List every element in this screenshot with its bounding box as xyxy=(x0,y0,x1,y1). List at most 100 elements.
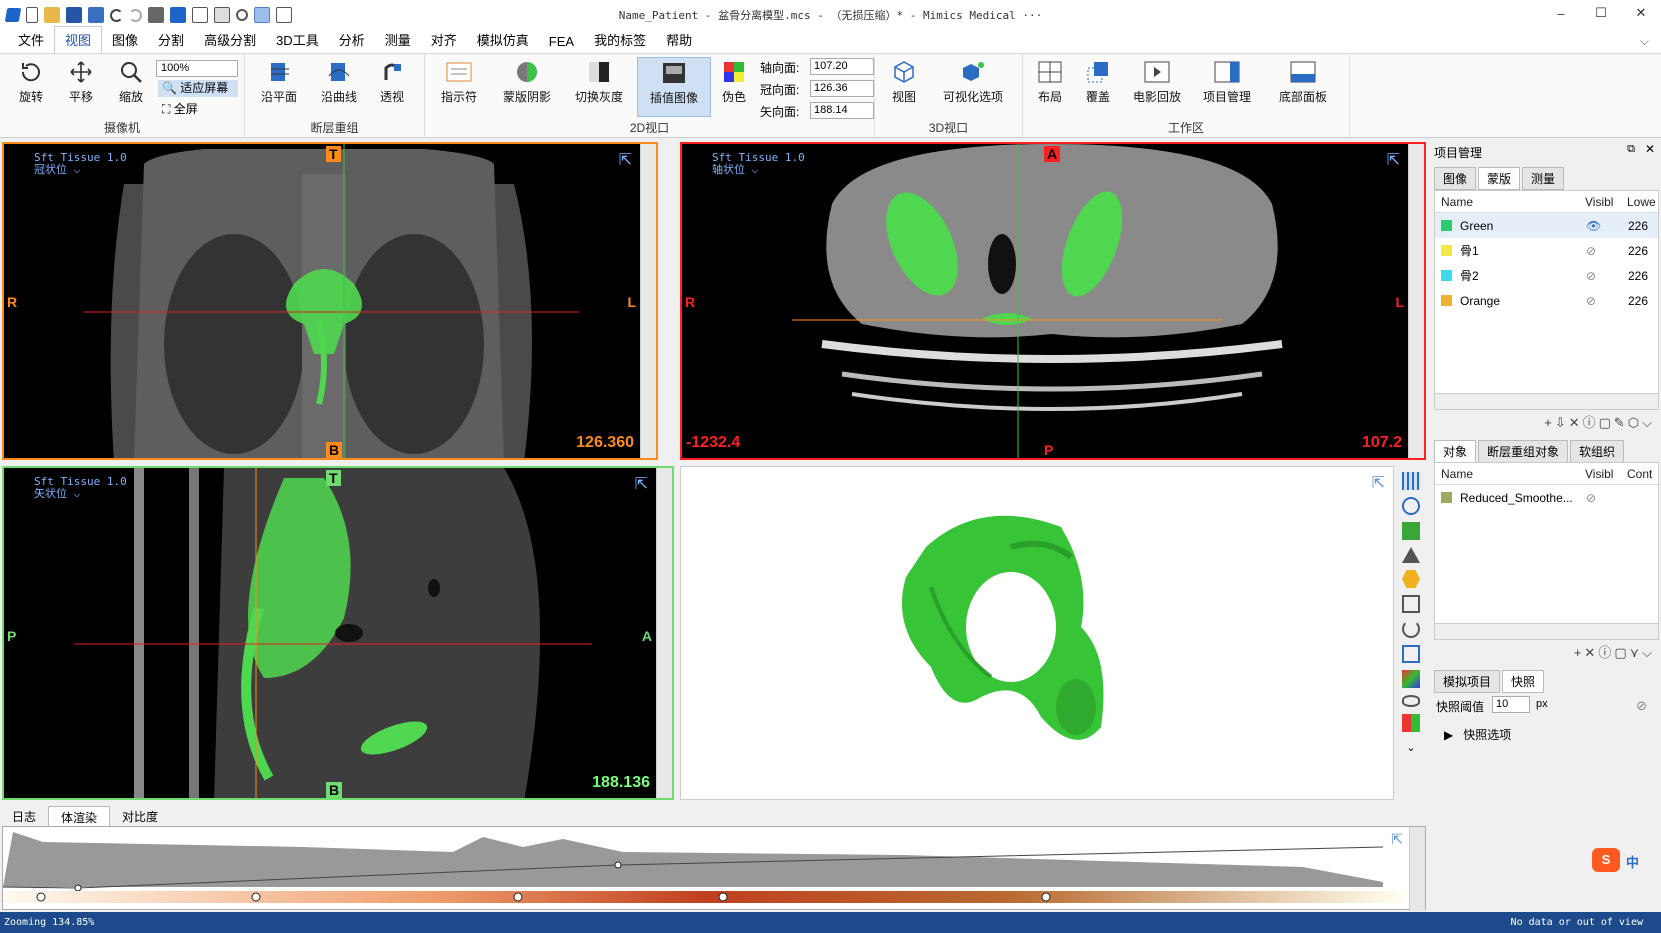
volume-render-histogram[interactable]: ⇱ xyxy=(2,826,1426,911)
coronal-view-name[interactable]: 冠状位 xyxy=(34,163,67,176)
rotate-button[interactable]: 旋转 xyxy=(18,59,44,105)
search-icon[interactable] xyxy=(236,9,248,21)
menu-measure[interactable]: 测量 xyxy=(375,27,421,53)
perspective-button[interactable]: 透视 xyxy=(379,59,405,105)
save-as-icon[interactable] xyxy=(88,7,104,23)
eye-hidden-icon[interactable]: ⊘ xyxy=(1586,294,1628,308)
menu-simulate[interactable]: 模拟仿真 xyxy=(467,27,539,53)
float-panel-icon[interactable]: ⧉ xyxy=(1627,143,1635,156)
triangle-icon[interactable] xyxy=(1402,547,1420,563)
menu-image[interactable]: 图像 xyxy=(102,27,148,53)
box-select-icon[interactable] xyxy=(1402,522,1420,540)
undo-icon[interactable] xyxy=(110,8,123,22)
copy-icon[interactable] xyxy=(192,7,208,23)
indicator-button[interactable]: 指示符 xyxy=(441,59,477,105)
sagittal-viewport[interactable]: Sft Tissue 1.0 矢状位 ⌵ T B P A 188.136 ⇱ xyxy=(2,466,674,800)
menu-analyze[interactable]: 分析 xyxy=(329,27,375,53)
ime-language[interactable]: 中 xyxy=(1626,852,1639,871)
col-name[interactable]: Name xyxy=(1435,195,1585,209)
maximize-button[interactable]: ☐ xyxy=(1581,0,1621,26)
snap-visibility-icon[interactable]: ⊘ xyxy=(1636,698,1647,714)
mask-color-swatch[interactable] xyxy=(1441,245,1452,256)
sagittal-view-name[interactable]: 矢状位 xyxy=(34,487,67,500)
visual-options-button[interactable]: 可视化选项 xyxy=(943,59,1003,105)
axis-icon[interactable] xyxy=(1402,714,1420,732)
menu-segment[interactable]: 分割 xyxy=(148,27,194,53)
grid-icon[interactable] xyxy=(1402,472,1420,490)
maximize-viewport-icon[interactable]: ⇱ xyxy=(1387,150,1400,170)
maximize-viewport-icon[interactable]: ⇱ xyxy=(635,474,648,494)
menu-my-tags[interactable]: 我的标签 xyxy=(584,27,656,53)
overlay-button[interactable]: 覆盖 xyxy=(1085,59,1111,105)
tab-reslice-objects[interactable]: 断层重组对象 xyxy=(1478,440,1569,463)
tab-objects[interactable]: 对象 xyxy=(1434,440,1477,463)
open-folder-icon[interactable] xyxy=(44,7,60,23)
minimize-button[interactable]: – xyxy=(1541,0,1581,26)
fit-screen-button[interactable]: 🔍 适应屏幕 xyxy=(158,80,238,97)
tab-snapshot[interactable]: 快照 xyxy=(1502,670,1545,693)
axial-view-name[interactable]: 轴状位 xyxy=(712,163,745,176)
axial-input[interactable]: 107.20 xyxy=(810,58,874,75)
col-contour[interactable]: Cont xyxy=(1627,467,1652,481)
zoom-level-select[interactable]: 100% xyxy=(156,60,238,77)
mask-toolbar[interactable]: +⇩✕ⓘ▢✎⬡⌵ xyxy=(1544,412,1655,431)
bottom-panel-button[interactable]: 底部面板 xyxy=(1279,59,1327,105)
tab-masks[interactable]: 蒙版 xyxy=(1478,167,1521,190)
tab-images[interactable]: 图像 xyxy=(1434,167,1477,190)
tab-contrast[interactable]: 对比度 xyxy=(110,806,170,826)
cube-view-icon[interactable] xyxy=(1402,645,1420,663)
coronal-input[interactable]: 126.36 xyxy=(810,80,874,97)
sagittal-scrollbar[interactable] xyxy=(656,468,672,798)
zoom-fit-icon[interactable] xyxy=(276,7,292,23)
eye-hidden-icon[interactable]: ⊘ xyxy=(1586,244,1628,258)
pan-button[interactable]: 平移 xyxy=(68,59,94,105)
col-visible[interactable]: Visibl xyxy=(1585,195,1627,209)
sphere-icon[interactable] xyxy=(1402,497,1420,515)
3d-viewport[interactable]: ⇱ xyxy=(680,466,1394,800)
object-toolbar[interactable]: +✕ⓘ▢⋎⌵ xyxy=(1574,642,1655,661)
snap-threshold-input[interactable]: 10 xyxy=(1492,696,1530,713)
sagittal-input[interactable]: 188.14 xyxy=(810,102,874,119)
tab-simulation[interactable]: 模拟项目 xyxy=(1434,670,1501,693)
mask-row[interactable]: Green 👁 226 xyxy=(1435,213,1658,238)
mask-shadow-button[interactable]: 蒙版阴影 xyxy=(503,59,551,105)
cine-button[interactable]: 电影回放 xyxy=(1133,59,1181,105)
hexagon-icon[interactable] xyxy=(1402,570,1420,588)
menu-file[interactable]: 文件 xyxy=(8,27,54,53)
eye-hidden-icon[interactable]: ⊘ xyxy=(1586,269,1628,283)
maximize-histogram-icon[interactable]: ⇱ xyxy=(1391,831,1403,848)
redo-icon[interactable] xyxy=(129,8,142,22)
mask-row[interactable]: 骨1 ⊘ 226 xyxy=(1435,238,1658,263)
mask-color-swatch[interactable] xyxy=(1441,220,1452,231)
toggle-gray-button[interactable]: 切换灰度 xyxy=(575,59,623,105)
menu-view[interactable]: 视图 xyxy=(54,26,103,53)
save-icon[interactable] xyxy=(66,7,82,23)
mask-hscroll[interactable] xyxy=(1435,393,1658,409)
zoom-button[interactable]: 缩放 xyxy=(118,59,144,105)
coronal-viewport[interactable]: Sft Tissue 1.0 冠状位 ⌵ T B R L 126.360 ⇱ xyxy=(2,142,658,460)
along-curve-button[interactable]: 沿曲线 xyxy=(321,59,357,105)
object-row[interactable]: Reduced_Smoothe... ⊘ xyxy=(1435,485,1658,510)
export-icon[interactable] xyxy=(170,7,186,23)
menu-advanced-segment[interactable]: 高级分割 xyxy=(194,27,266,53)
layout-button[interactable]: 布局 xyxy=(1037,59,1063,105)
expand-down-icon[interactable]: ⌄ xyxy=(1402,739,1420,757)
eye-icon[interactable] xyxy=(1402,695,1420,707)
axial-scrollbar[interactable] xyxy=(1408,144,1424,458)
project-manager-button[interactable]: 项目管理 xyxy=(1203,59,1251,105)
mask-color-swatch[interactable] xyxy=(1441,270,1452,281)
eye-icon[interactable]: 👁 xyxy=(1586,219,1628,233)
paste-icon[interactable] xyxy=(214,7,230,23)
pseudo-color-button[interactable]: 伪色 xyxy=(721,59,747,105)
fullscreen-button[interactable]: ⛶ 全屏 xyxy=(158,100,198,117)
mask-row[interactable]: 骨2 ⊘ 226 xyxy=(1435,263,1658,288)
col-visible[interactable]: Visibl xyxy=(1585,467,1627,481)
object-color-swatch[interactable] xyxy=(1441,492,1452,503)
col-name[interactable]: Name xyxy=(1435,467,1585,481)
menu-align[interactable]: 对齐 xyxy=(421,27,467,53)
menu-help[interactable]: 帮助 xyxy=(656,27,702,53)
menu-3d-tools[interactable]: 3D工具 xyxy=(266,27,329,53)
tab-soft-tissue[interactable]: 软组织 xyxy=(1570,440,1625,463)
eye-hidden-icon[interactable]: ⊘ xyxy=(1586,491,1628,505)
ime-logo-icon[interactable]: S xyxy=(1592,848,1620,872)
